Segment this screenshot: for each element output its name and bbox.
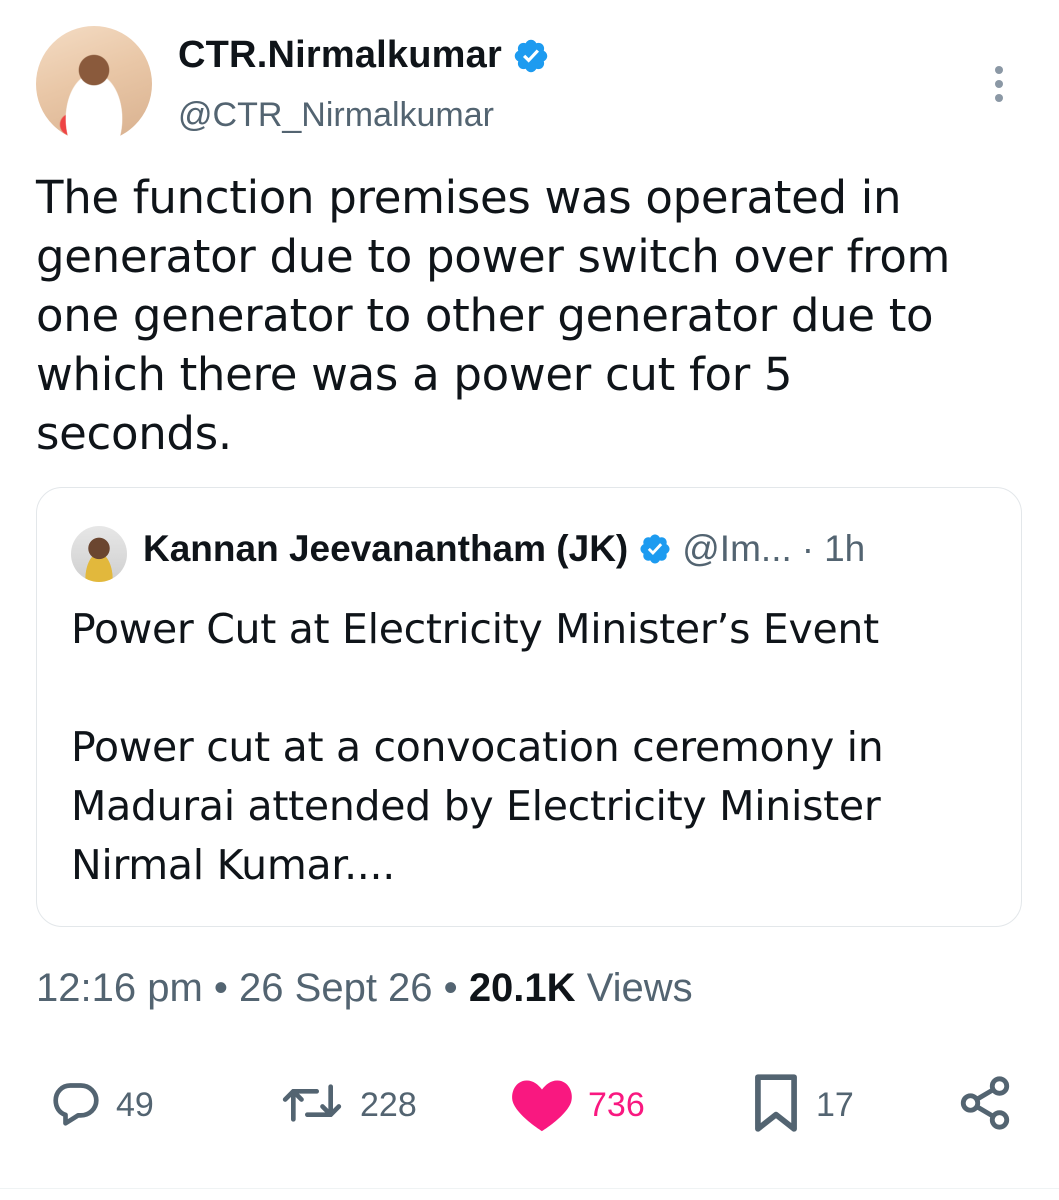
tweet-text: The function premises was operated in ge… <box>36 171 951 460</box>
tweet-meta: 12:16 pm • 26 Sept 26 • 20.1K Views <box>36 966 693 1011</box>
verified-badge-icon <box>512 37 550 75</box>
meta-separator: • <box>213 966 228 1010</box>
repost-count: 228 <box>360 1085 417 1124</box>
author-avatar[interactable] <box>36 26 152 142</box>
more-icon[interactable] <box>990 66 1008 106</box>
quoted-separator: · <box>801 528 815 569</box>
repost-icon <box>276 1075 348 1136</box>
bookmark-button[interactable]: 17 <box>748 1070 854 1140</box>
views-label: Views <box>586 966 693 1010</box>
quoted-author-name: Kannan Jeevanantham (JK) <box>143 528 629 569</box>
reply-icon <box>48 1075 104 1136</box>
bookmark-icon <box>748 1072 804 1139</box>
tweet-time[interactable]: 12:16 pm <box>36 966 203 1010</box>
share-icon <box>956 1074 1014 1137</box>
quoted-author-avatar <box>71 526 127 582</box>
bookmark-count: 17 <box>816 1085 854 1124</box>
author-display-name[interactable]: CTR.Nirmalkumar <box>178 34 502 77</box>
meta-separator: • <box>443 966 458 1010</box>
share-button[interactable] <box>956 1070 1014 1140</box>
like-button[interactable]: 736 <box>508 1070 645 1140</box>
like-icon <box>508 1072 576 1139</box>
quoted-tweet-header: Kannan Jeevanantham (JK) @Im... · 1h <box>143 528 865 570</box>
tweet-date[interactable]: 26 Sept 26 <box>239 966 433 1010</box>
verified-badge-icon <box>638 532 672 566</box>
action-bar: 49 228 736 17 <box>0 1070 1059 1140</box>
quoted-tweet-card[interactable]: Kannan Jeevanantham (JK) @Im... · 1h Pow… <box>36 487 1022 927</box>
repost-button[interactable]: 228 <box>276 1070 417 1140</box>
author-name-row: CTR.Nirmalkumar <box>178 34 550 77</box>
author-handle[interactable]: @CTR_Nirmalkumar <box>178 96 494 135</box>
quoted-tweet-text: Power Cut at Electricity Minister’s Even… <box>71 605 884 889</box>
like-count: 736 <box>588 1085 645 1124</box>
views-count: 20.1K <box>468 966 576 1010</box>
bottom-divider <box>0 1188 1059 1189</box>
quoted-time: 1h <box>824 528 866 569</box>
reply-button[interactable]: 49 <box>48 1070 154 1140</box>
reply-count: 49 <box>116 1085 154 1124</box>
quoted-author-handle: @Im... <box>682 528 792 569</box>
